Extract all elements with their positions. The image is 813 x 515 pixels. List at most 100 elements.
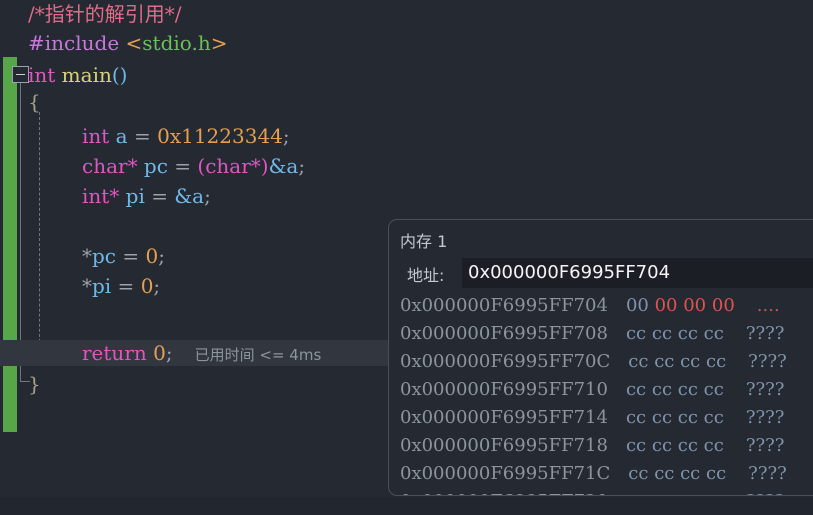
memory-row: 0x000000F6995FF70C cc cc cc cc???? (389, 348, 813, 376)
code-line-2[interactable]: #include <stdio.h> (0, 29, 813, 57)
memory-byte: 00 (711, 295, 735, 316)
memory-byte: cc (651, 407, 673, 428)
memory-byte: cc (703, 407, 724, 428)
memory-row-address: 0x000000F6995FF714 (400, 407, 608, 428)
memory-byte: 00 (683, 295, 707, 316)
include-angle-open: < (125, 31, 143, 55)
memory-row-address: 0x000000F6995FF71C (400, 463, 611, 484)
code-comment: /*指针的解引用*/ (28, 2, 182, 26)
memory-row: 0x000000F6995FF718 cc cc cc cc???? (389, 432, 813, 460)
memory-byte: cc (703, 435, 724, 456)
memory-row-ascii: ???? (748, 463, 787, 484)
memory-row: 0x000000F6995FF704 00 00 00 00.... (389, 292, 813, 320)
memory-byte: cc (703, 323, 724, 344)
semicolon-pc: ; (298, 154, 306, 178)
literal-zero-return: 0 (146, 341, 166, 365)
memory-address-input[interactable]: 0x000000F6995FF704 (462, 258, 813, 288)
memory-row-bytes: cc cc cc cc (608, 376, 724, 404)
equals-pi: = (111, 274, 141, 298)
memory-byte: cc (677, 379, 698, 400)
deref-variable-pc: pc (92, 244, 117, 268)
memory-byte: cc (628, 463, 649, 484)
memory-window-title: 内存 1 (400, 232, 448, 251)
memory-row-ascii: ???? (745, 379, 785, 400)
memory-byte: cc (652, 491, 672, 495)
memory-byte: 00 (654, 295, 678, 316)
semicolon-pi: ; (204, 184, 211, 208)
memory-row-ascii: ???? (745, 407, 785, 428)
memory-row-address: 0x000000F6995FF720 (389, 488, 608, 495)
memory-address-label: 地址: (407, 266, 445, 285)
memory-row: 0x000000F6995FF720cc cc cc cc???? (389, 488, 813, 495)
memory-row-bytes: cc cc cc cc (608, 320, 724, 348)
semicolon-return: ; (165, 341, 173, 365)
literal-zero-pi: 0 (140, 274, 154, 298)
memory-row: 0x000000F6995FF714 cc cc cc cc???? (389, 404, 813, 432)
memory-byte: cc (625, 323, 647, 344)
keyword-char-ptr: char* (82, 154, 138, 178)
deref-operator-pi: * (82, 274, 92, 298)
equals-pc: = (116, 244, 146, 268)
memory-byte: cc (706, 351, 727, 372)
deref-variable-pi: pi (92, 274, 112, 298)
blank-line-8 (0, 214, 28, 238)
memory-dump-rows: 0x000000F6995FF704 00 00 00 00.... 0x00000… (389, 292, 813, 495)
memory-byte: cc (651, 323, 673, 344)
editor-bottom-area (0, 497, 813, 515)
memory-byte: cc (625, 407, 647, 428)
code-line-6[interactable]: char* pc = (char*)&a; (0, 152, 813, 180)
memory-row-address: 0x000000F6995FF708 (400, 323, 608, 344)
function-name-main: main (55, 63, 112, 87)
literal-zero-pc: 0 (145, 244, 159, 268)
memory-byte: cc (706, 463, 727, 484)
memory-byte: cc (677, 407, 698, 428)
code-line-1[interactable]: /*指针的解引用*/ (0, 0, 813, 28)
memory-byte: cc (704, 491, 724, 495)
code-line-3[interactable]: int main() (0, 61, 813, 89)
memory-row: 0x000000F6995FF708 cc cc cc cc???? (389, 320, 813, 348)
memory-byte: cc (651, 435, 673, 456)
memory-row-address: 0x000000F6995FF718 (400, 435, 608, 456)
literal-hex-a: 0x11223344 (157, 124, 283, 148)
deref-operator-pc: * (82, 244, 92, 268)
elapsed-time-annotation: 已用时间 <= 4ms (194, 346, 322, 364)
memory-byte: cc (625, 379, 647, 400)
memory-row-ascii: ???? (724, 488, 785, 495)
code-line-5[interactable]: int a = 0x11223344; (0, 122, 813, 150)
assign-operator-pc: = (174, 154, 198, 178)
memory-byte: cc (680, 463, 701, 484)
address-of-a-pi: &a (174, 184, 205, 208)
memory-byte: cc (626, 491, 646, 495)
code-line-7[interactable]: int* pi = &a; (0, 182, 813, 210)
semicolon-deref-pi: ; (153, 274, 161, 298)
assign-operator-a: = (133, 124, 158, 148)
memory-byte: cc (628, 351, 649, 372)
memory-byte: cc (680, 351, 701, 372)
memory-byte: cc (654, 463, 675, 484)
keyword-int: int (28, 63, 56, 87)
memory-row-bytes: cc cc cc cc (608, 404, 724, 432)
memory-address-row[interactable]: 地址: 0x000000F6995FF704 (389, 258, 813, 288)
assign-operator-pi: = (151, 184, 175, 208)
memory-row-ascii: ???? (745, 323, 785, 344)
memory-byte: cc (677, 435, 698, 456)
memory-window[interactable]: 内存 1 地址: 0x000000F6995FF704 0x000000F699… (388, 219, 813, 496)
memory-row: 0x000000F6995FF71C cc cc cc cc???? (389, 460, 813, 488)
address-of-a-pc: &a (268, 154, 299, 178)
semicolon-a: ; (282, 124, 290, 148)
memory-row-bytes: 00 00 00 00 (608, 292, 735, 320)
semicolon-deref-pc: ; (158, 244, 165, 268)
code-line-4[interactable]: { (0, 88, 813, 116)
memory-row-address: 0x000000F6995FF70C (400, 351, 611, 372)
memory-row-bytes: cc cc cc cc (608, 488, 724, 495)
include-angle-close: > (210, 31, 228, 55)
memory-byte: 00 (625, 295, 649, 316)
memory-row-address: 0x000000F6995FF704 (400, 295, 608, 316)
cast-char-ptr: (char*) (197, 154, 269, 178)
keyword-return: return (82, 341, 147, 365)
memory-row-bytes: cc cc cc cc (608, 432, 724, 460)
memory-row-bytes: cc cc cc cc (610, 348, 726, 376)
memory-byte: cc (677, 323, 698, 344)
memory-byte: cc (654, 351, 675, 372)
memory-row-bytes: cc cc cc cc (610, 460, 726, 488)
